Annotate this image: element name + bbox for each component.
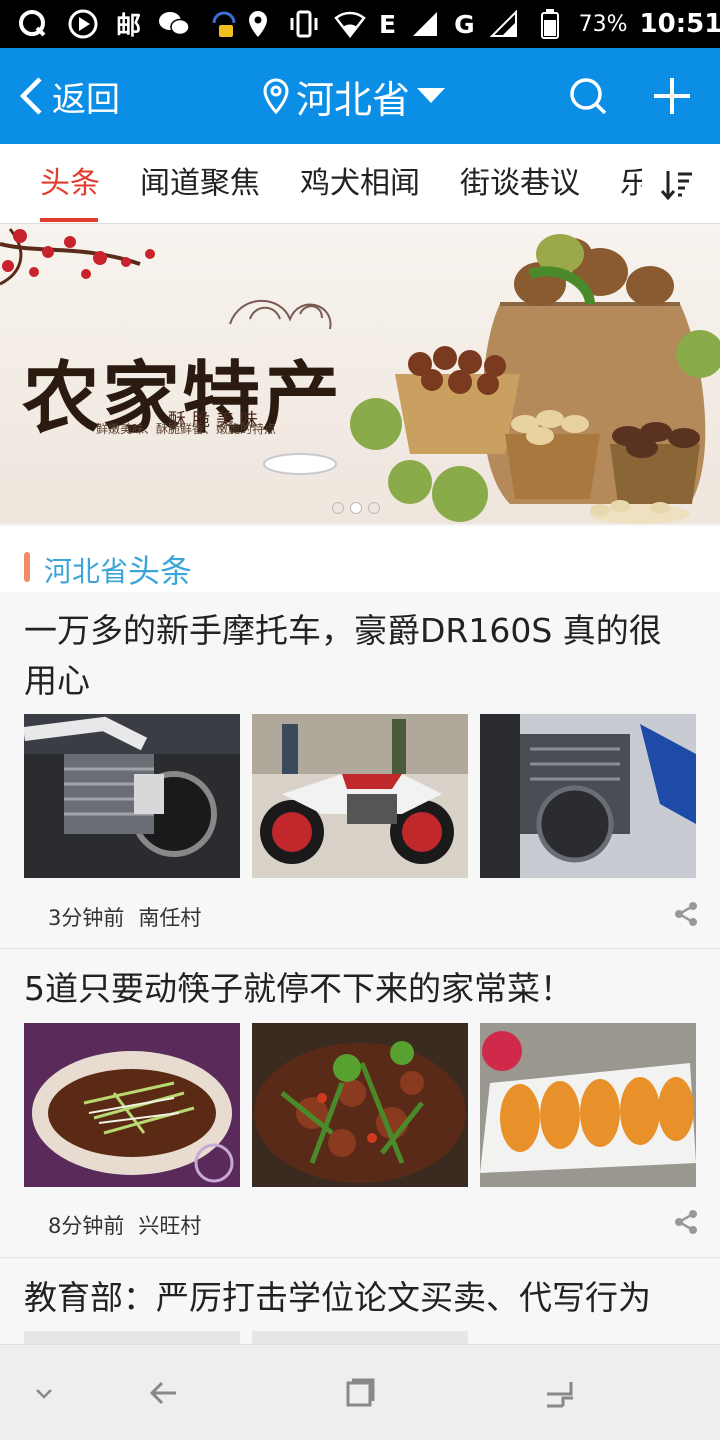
- news-item[interactable]: 一万多的新手摩托车，豪爵DR160S 真的很用心 3分钟前 南任村: [0, 592, 720, 949]
- chevron-down-icon: [36, 1389, 52, 1399]
- news-village: 兴旺村: [138, 1214, 202, 1238]
- back-button[interactable]: 返回: [18, 68, 120, 124]
- back-label: 返回: [52, 79, 120, 120]
- sort-icon: [660, 171, 692, 201]
- battery-level: 73%: [578, 11, 628, 37]
- province-selector[interactable]: 河北省: [262, 68, 446, 124]
- add-button[interactable]: [646, 70, 698, 122]
- q-app-icon: [16, 7, 50, 41]
- news-images: [24, 714, 696, 878]
- nav-recents-button[interactable]: [536, 1369, 584, 1417]
- status-bar: 邮 E G 73% 10:51: [0, 0, 720, 48]
- motorcycle-side-photo: [480, 714, 696, 878]
- section-province: 河北省: [44, 555, 129, 588]
- clock: 10:51: [639, 9, 720, 39]
- location-pin-icon: [263, 78, 289, 115]
- tab-more[interactable]: 乐: [620, 144, 642, 224]
- share-button[interactable]: [672, 900, 700, 928]
- share-button[interactable]: [672, 1208, 700, 1236]
- news-meta: 3分钟前 南任村: [48, 902, 201, 932]
- app-screen: 邮 E G 73% 10:51 返回 河北省 头条 闻道聚焦 鸡犬相闻 街谈巷议…: [0, 0, 720, 1440]
- nav-home-button[interactable]: [336, 1369, 384, 1417]
- location-status-icon: [241, 7, 275, 41]
- plus-icon: [654, 78, 690, 114]
- search-icon: [570, 78, 607, 115]
- wechat-icon: [157, 7, 191, 41]
- news-title: 一万多的新手摩托车，豪爵DR160S 真的很用心: [24, 611, 662, 700]
- news-meta: 8分钟前 兴旺村: [48, 1210, 201, 1240]
- news-time: 8分钟前: [48, 1214, 125, 1238]
- carousel-dot-active[interactable]: [350, 502, 362, 514]
- app-bar: 返回 河北省: [0, 48, 720, 144]
- search-button[interactable]: [562, 70, 614, 122]
- active-tab-indicator: [40, 218, 98, 222]
- wifi-icon: [333, 7, 367, 41]
- support-app-icon: [207, 7, 241, 41]
- carousel-dot[interactable]: [332, 502, 344, 514]
- news-item[interactable]: 5道只要动筷子就停不下来的家常菜！ 8分钟前 兴旺村: [0, 950, 720, 1258]
- province-label: 河北省: [296, 77, 411, 122]
- motorcycle-engine-photo: [24, 714, 240, 878]
- steamed-fish-photo: [24, 1023, 240, 1187]
- news-image-placeholder: [252, 1331, 468, 1344]
- news-image-placeholder: [24, 1331, 240, 1344]
- promo-banner[interactable]: 农家特产 酥脆美味 鲜嫩美味、酥脆鲜香、嫩脆的特点: [0, 224, 720, 524]
- sort-button[interactable]: [652, 160, 702, 210]
- tab-headlines[interactable]: 头条: [40, 144, 100, 224]
- caret-down-icon: [417, 88, 446, 103]
- share-icon: [675, 1210, 697, 1234]
- signal-icon-2: [487, 7, 521, 41]
- chevron-left-icon: [19, 77, 42, 115]
- news-title: 教育部：严厉打击学位论文买卖、代写行为: [24, 1278, 651, 1317]
- system-nav-bar: [0, 1344, 720, 1440]
- news-images: [24, 1023, 696, 1187]
- fried-shrimp-photo: [480, 1023, 696, 1187]
- share-icon: [675, 902, 697, 926]
- play-app-icon: [66, 7, 100, 41]
- collapse-nav-button[interactable]: [20, 1369, 68, 1417]
- tab-strip: 头条 闻道聚焦 鸡犬相闻 街谈巷议 乐: [0, 144, 642, 224]
- news-village: 南任村: [138, 906, 202, 930]
- tab-street-talk[interactable]: 街谈巷议: [460, 144, 580, 224]
- tab-village-news[interactable]: 鸡犬相闻: [300, 144, 420, 224]
- square-home-icon: [346, 1378, 375, 1407]
- white-red-motorcycle-photo: [252, 714, 468, 878]
- vibrate-icon: [287, 7, 321, 41]
- news-images: [24, 1331, 468, 1344]
- network-g-label: G: [454, 9, 475, 39]
- section-accent-bar: [24, 552, 30, 582]
- news-time: 3分钟前: [48, 906, 125, 930]
- tab-focus[interactable]: 闻道聚焦: [140, 144, 260, 224]
- carousel-indicator: [332, 502, 380, 514]
- banner-caption: 鲜嫩美味、酥脆鲜香、嫩脆的特点: [96, 422, 277, 436]
- nav-back-button[interactable]: [140, 1369, 188, 1417]
- section-header: 河北省 头条: [0, 526, 720, 592]
- recents-icon: [547, 1382, 573, 1408]
- stir-fry-dish-photo: [252, 1023, 468, 1187]
- news-item[interactable]: 教育部：严厉打击学位论文买卖、代写行为: [0, 1259, 720, 1344]
- carousel-dot[interactable]: [368, 502, 380, 514]
- signal-icon: [408, 7, 442, 41]
- arrow-left-icon: [149, 1381, 176, 1405]
- news-title: 5道只要动筷子就停不下来的家常菜！: [24, 969, 573, 1008]
- section-heading: 头条: [128, 552, 193, 590]
- mail-app-icon: 邮: [116, 11, 142, 40]
- network-e-label: E: [379, 9, 397, 39]
- battery-icon: [533, 7, 567, 41]
